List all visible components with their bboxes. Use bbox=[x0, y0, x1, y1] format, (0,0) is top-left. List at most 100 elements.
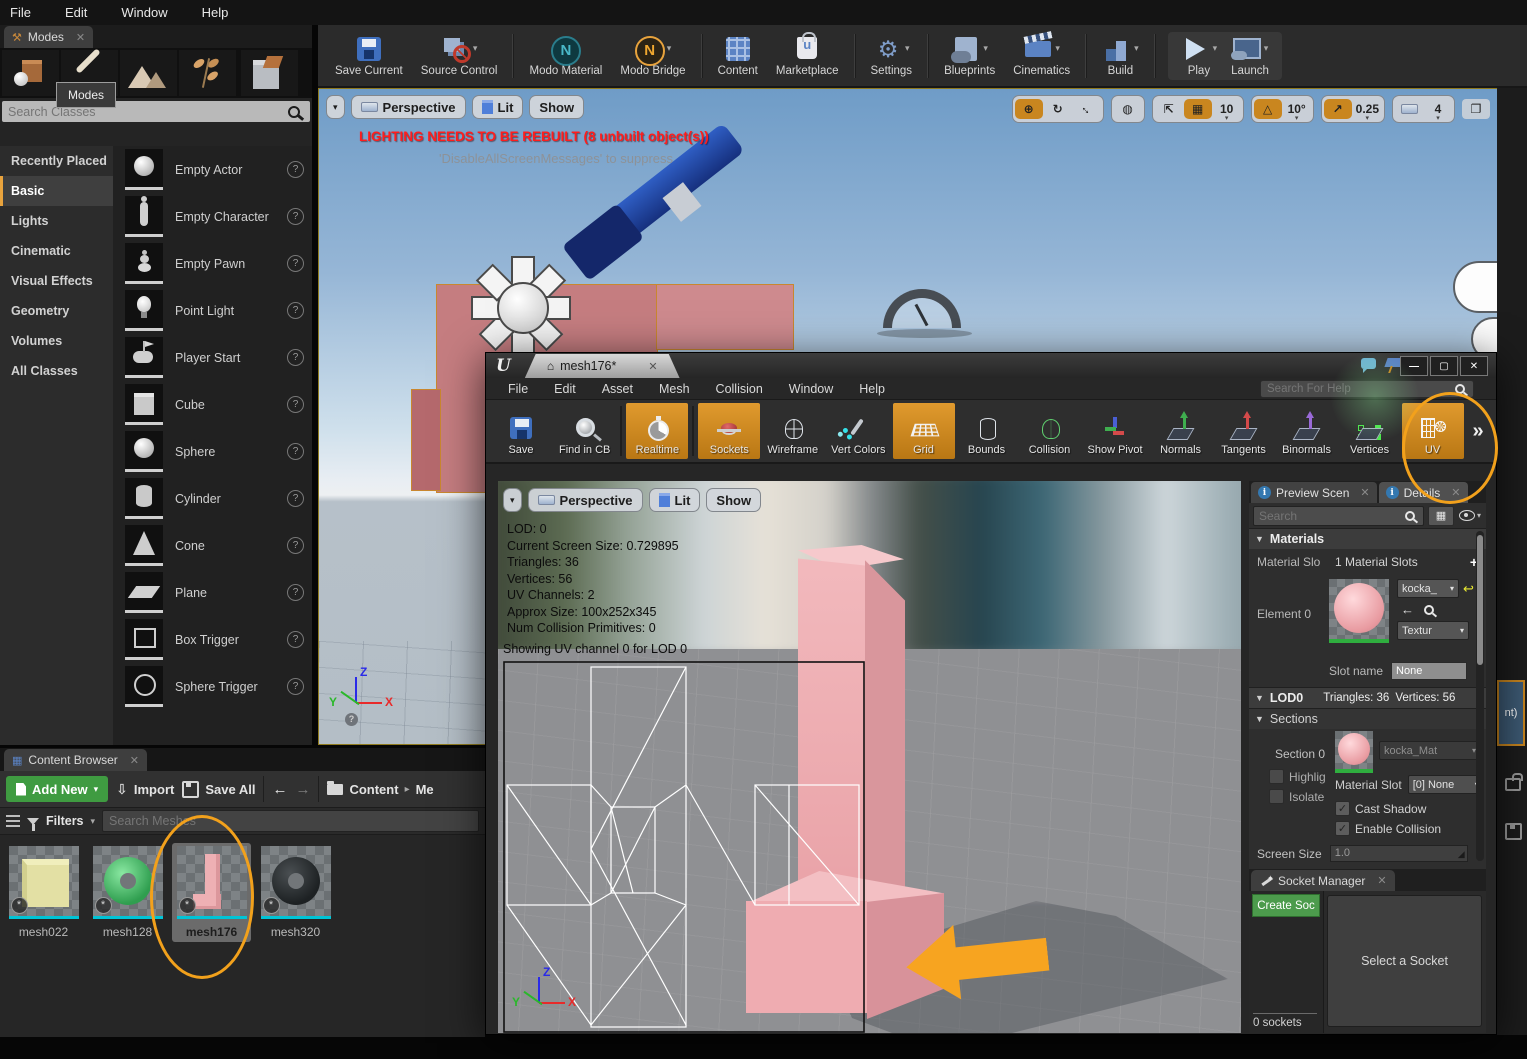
menu-asset[interactable]: Asset bbox=[602, 382, 633, 396]
scale-snap-toggle[interactable]: ↗ bbox=[1324, 99, 1352, 119]
preview-scene-tab[interactable]: i Preview Scen ✕ bbox=[1251, 482, 1377, 503]
back-button[interactable]: ← bbox=[272, 781, 287, 798]
menu-edit[interactable]: Edit bbox=[554, 382, 576, 396]
bounds-toggle-button[interactable]: Bounds bbox=[956, 403, 1018, 459]
category-visual-effects[interactable]: Visual Effects bbox=[0, 266, 113, 296]
uv-toggle-button[interactable]: UV bbox=[1402, 403, 1464, 459]
category-all-classes[interactable]: All Classes bbox=[0, 356, 113, 386]
content-browser-tab[interactable]: ▦ Content Browser ✕ bbox=[4, 749, 147, 771]
cinematics-button[interactable]: ▾ Cinematics bbox=[1006, 32, 1077, 80]
modes-tab[interactable]: ⚒ Modes ✕ bbox=[4, 26, 93, 48]
help-icon[interactable]: ? bbox=[287, 678, 304, 695]
help-icon[interactable]: ? bbox=[287, 631, 304, 648]
maximize-button[interactable]: ▢ bbox=[1430, 356, 1458, 376]
import-button[interactable]: ⇩ Import bbox=[116, 781, 174, 798]
play-button[interactable]: ▾ Play bbox=[1174, 32, 1225, 80]
section-material-thumbnail[interactable] bbox=[1335, 731, 1373, 773]
modo-bridge-button[interactable]: N▾ Modo Bridge bbox=[613, 32, 692, 80]
blueprints-button[interactable]: ▾ Blueprints bbox=[937, 32, 1002, 80]
search-classes-input[interactable] bbox=[2, 105, 288, 119]
socket-manager-tab[interactable]: Socket Manager ✕ bbox=[1251, 870, 1395, 891]
display-filter-button[interactable]: ▾ bbox=[1458, 507, 1482, 525]
menu-file[interactable]: File bbox=[10, 5, 31, 20]
screen-size-input[interactable]: 1.0 ◢ bbox=[1330, 845, 1468, 862]
help-icon[interactable]: ? bbox=[287, 255, 304, 272]
grid-snap-toggle[interactable]: ▦ bbox=[1184, 99, 1212, 119]
highlight-checkbox[interactable] bbox=[1269, 769, 1284, 784]
asset-mesh022[interactable]: * mesh022 bbox=[4, 843, 83, 942]
source-control-button[interactable]: ▾ Source Control bbox=[414, 32, 505, 80]
binormals-toggle-button[interactable]: Binormals bbox=[1276, 403, 1338, 459]
forward-button[interactable]: → bbox=[295, 781, 310, 798]
create-socket-button[interactable]: Create Soc bbox=[1252, 894, 1320, 917]
modes-tab-close-icon[interactable]: ✕ bbox=[76, 31, 85, 44]
reset-to-default-icon[interactable]: ↩ bbox=[1463, 581, 1474, 597]
sockets-toggle-button[interactable]: Sockets bbox=[698, 403, 760, 459]
help-search-input[interactable] bbox=[1261, 383, 1455, 395]
help-icon[interactable]: ? bbox=[345, 713, 358, 726]
help-icon[interactable]: ? bbox=[287, 349, 304, 366]
menu-collision[interactable]: Collision bbox=[716, 382, 763, 396]
wireframe-toggle-button[interactable]: Wireframe bbox=[761, 403, 824, 459]
tab-close-icon[interactable]: ✕ bbox=[648, 360, 657, 373]
grid-toggle-button[interactable]: Grid bbox=[893, 403, 955, 459]
list-item-empty-character[interactable]: Empty Character ? bbox=[113, 193, 312, 240]
menu-edit[interactable]: Edit bbox=[65, 5, 87, 20]
list-item-plane[interactable]: Plane ? bbox=[113, 569, 312, 616]
grid-snap-value[interactable]: 10▾ bbox=[1213, 99, 1241, 119]
list-item-point-light[interactable]: Point Light ? bbox=[113, 287, 312, 334]
help-icon[interactable]: ? bbox=[287, 490, 304, 507]
cast-shadow-checkbox[interactable]: ✓ bbox=[1335, 801, 1350, 816]
mesh-preview-viewport[interactable]: ▾ Perspective Lit Show LOD: 0 Current Sc… bbox=[498, 481, 1241, 1033]
window-titlebar[interactable]: U ⌂ mesh176* ✕ — ▢ ✕ bbox=[486, 353, 1496, 378]
asset-mesh176[interactable]: * mesh176 bbox=[172, 843, 251, 942]
menu-mesh[interactable]: Mesh bbox=[659, 382, 690, 396]
use-selected-asset-icon[interactable]: ← bbox=[1401, 602, 1414, 617]
breadcrumb-content[interactable]: Content bbox=[349, 782, 398, 797]
category-basic[interactable]: Basic bbox=[0, 176, 113, 206]
launch-button[interactable]: ▾ Launch bbox=[1224, 32, 1276, 80]
list-item-player-start[interactable]: Player Start ? bbox=[113, 334, 312, 381]
perspective-button[interactable]: Perspective bbox=[351, 95, 466, 119]
menu-window[interactable]: Window bbox=[789, 382, 833, 396]
menu-help[interactable]: Help bbox=[202, 5, 229, 20]
help-icon[interactable]: ? bbox=[287, 208, 304, 225]
view-options-icon[interactable] bbox=[6, 815, 20, 827]
help-icon[interactable]: ? bbox=[287, 396, 304, 413]
lod0-section-header[interactable]: ▼LOD0 Triangles: 36 Vertices: 56 bbox=[1249, 687, 1486, 708]
category-recently-placed[interactable]: Recently Placed bbox=[0, 146, 113, 176]
show-button[interactable]: Show bbox=[529, 95, 584, 119]
mesh176-document-tab[interactable]: ⌂ mesh176* ✕ bbox=[525, 354, 680, 378]
show-pivot-toggle-button[interactable]: Show Pivot bbox=[1082, 403, 1149, 459]
help-icon[interactable]: ? bbox=[287, 161, 304, 178]
vertices-toggle-button[interactable]: Vertices bbox=[1339, 403, 1401, 459]
slot-name-input[interactable]: None bbox=[1391, 662, 1467, 680]
geometry-mode-button[interactable] bbox=[241, 50, 298, 96]
browse-to-asset-icon[interactable] bbox=[1424, 605, 1434, 615]
filters-button[interactable]: Filters bbox=[46, 814, 84, 828]
viewport-options-dropdown[interactable]: ▾ bbox=[326, 95, 345, 119]
collision-toggle-button[interactable]: Collision bbox=[1019, 403, 1081, 459]
save-button[interactable]: Save bbox=[490, 403, 552, 459]
modo-material-button[interactable]: N Modo Material bbox=[522, 32, 609, 80]
enable-collision-checkbox[interactable]: ✓ bbox=[1335, 821, 1350, 836]
rotate-tool-button[interactable]: ↻ bbox=[1044, 99, 1072, 119]
camera-speed-value[interactable]: 4▾ bbox=[1424, 99, 1452, 119]
menu-help[interactable]: Help bbox=[859, 382, 885, 396]
lock-icon[interactable] bbox=[1505, 778, 1521, 791]
minimize-button[interactable]: — bbox=[1400, 356, 1428, 376]
lit-button[interactable]: Lit bbox=[472, 95, 524, 119]
show-button[interactable]: Show bbox=[706, 488, 761, 512]
landscape-mode-button[interactable] bbox=[120, 50, 177, 96]
asset-mesh128[interactable]: * mesh128 bbox=[88, 843, 167, 942]
maximize-viewport-button[interactable]: ❐ bbox=[1462, 99, 1490, 119]
property-matrix-button[interactable]: ▦ bbox=[1428, 506, 1454, 526]
asset-mesh320[interactable]: * mesh320 bbox=[256, 843, 335, 942]
perspective-button[interactable]: Perspective bbox=[528, 488, 643, 512]
settings-button[interactable]: ⚙▾ Settings bbox=[864, 32, 920, 80]
add-new-button[interactable]: Add New ▾ bbox=[6, 776, 108, 802]
list-item-empty-pawn[interactable]: Empty Pawn ? bbox=[113, 240, 312, 287]
list-item-sphere[interactable]: Sphere ? bbox=[113, 428, 312, 475]
search-assets-input[interactable] bbox=[103, 814, 478, 828]
materials-section-header[interactable]: ▼Materials bbox=[1249, 528, 1486, 549]
